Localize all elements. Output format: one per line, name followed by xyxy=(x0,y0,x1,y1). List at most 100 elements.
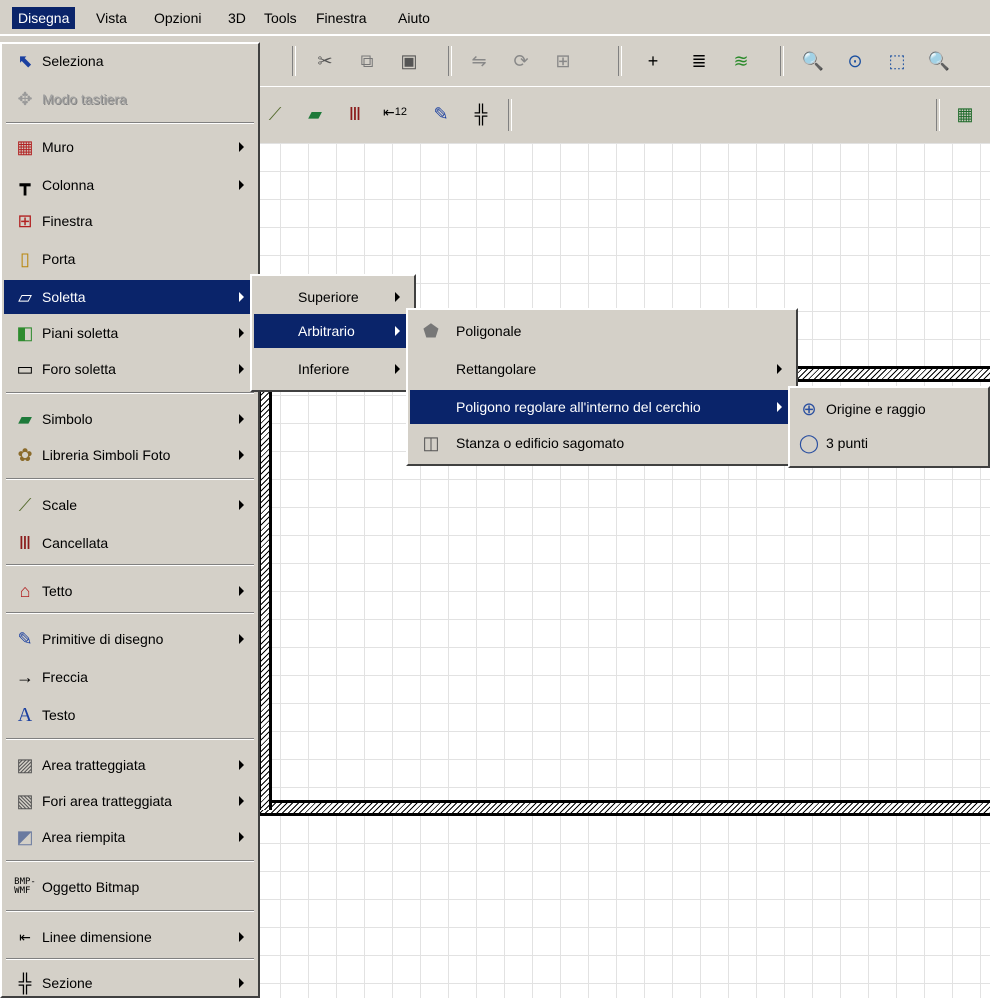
menu-item-muro[interactable]: ▦ Muro xyxy=(4,130,256,164)
menu-disegna[interactable]: Disegna xyxy=(12,7,76,29)
menu-item-piani-soletta[interactable]: ◧ Piani soletta xyxy=(4,316,256,350)
menu-vista[interactable]: Vista xyxy=(90,7,133,29)
menu-item-colonna[interactable]: ┳ Colonna xyxy=(4,168,256,202)
mirror-icon[interactable]: ⇋ xyxy=(466,48,492,74)
cut-icon[interactable]: ✂ xyxy=(312,48,338,74)
wall-left xyxy=(258,366,272,810)
menu-tools[interactable]: Tools xyxy=(258,7,303,29)
room-shape-icon: ◫ xyxy=(422,432,440,453)
menu-opzioni[interactable]: Opzioni xyxy=(148,7,207,29)
align-icon[interactable]: ⊞ xyxy=(550,48,576,74)
menu-item-seleziona[interactable]: ⬉ Seleziona xyxy=(4,44,256,78)
menu-item-area-riempita[interactable]: ◩ Area riempita xyxy=(4,820,256,854)
submenu-arrow-icon xyxy=(777,364,782,374)
submenu-arrow-icon xyxy=(395,364,400,374)
arrow-cursor-icon: ⬉ xyxy=(17,50,33,71)
menu-item-poligonale[interactable]: ⬟ Poligonale xyxy=(410,314,794,348)
zoom-extents-icon[interactable]: ⊙ xyxy=(842,48,868,74)
disegna-menu: ⬉ Seleziona ✥ Modo tastiera ▦ Muro ┳ Col… xyxy=(0,42,260,998)
copy-icon[interactable]: ⧉ xyxy=(354,48,380,74)
menu-item-oggetto-bitmap[interactable]: BMP- WMF Oggetto Bitmap xyxy=(4,870,256,904)
stairs-icon: ⟋ xyxy=(18,494,32,515)
zoom-window-icon[interactable]: ⬚ xyxy=(884,48,910,74)
menu-item-fori-area-tratteggiata[interactable]: ▧ Fori area tratteggiata xyxy=(4,784,256,818)
pencil-icon: ✎ xyxy=(17,628,33,649)
soletta-submenu: Superiore Arbitrario Inferiore xyxy=(250,274,416,392)
menu-item-origine-e-raggio[interactable]: ⊕ Origine e raggio xyxy=(792,392,986,426)
toolbar-separator xyxy=(780,46,784,76)
toolbar-separator xyxy=(508,99,512,131)
menu-separator xyxy=(6,910,254,912)
menu-3d[interactable]: 3D xyxy=(222,7,252,29)
menu-item-inferiore[interactable]: Inferiore xyxy=(254,352,412,386)
section-tool-icon[interactable]: ╬ xyxy=(468,101,494,127)
menu-finestra[interactable]: Finestra xyxy=(310,7,373,29)
submenu-arrow-icon xyxy=(239,180,244,190)
menu-item-stanza-o-edificio[interactable]: ◫ Stanza o edificio sagomato xyxy=(410,426,794,460)
submenu-arrow-icon xyxy=(395,292,400,302)
menu-item-sezione[interactable]: ╬ Sezione xyxy=(4,966,256,1000)
menu-separator xyxy=(6,478,254,480)
menu-item-scale[interactable]: ⟋ Scale xyxy=(4,488,256,522)
menu-item-foro-soletta[interactable]: ▭ Foro soletta xyxy=(4,352,256,386)
menu-separator xyxy=(6,860,254,862)
submenu-arrow-icon xyxy=(239,364,244,374)
submenu-arrow-icon xyxy=(239,832,244,842)
dimension-tool-icon[interactable]: ⇤ 12 xyxy=(382,99,408,125)
menu-item-superiore[interactable]: Superiore xyxy=(254,280,412,314)
menu-item-porta[interactable]: ▯ Porta xyxy=(4,242,256,276)
menu-aiuto[interactable]: Aiuto xyxy=(392,7,436,29)
menu-separator xyxy=(6,958,254,960)
column-icon: ┳ xyxy=(19,174,31,195)
menu-separator xyxy=(6,122,254,124)
menu-item-modo-tastiera: ✥ Modo tastiera xyxy=(4,82,256,116)
submenu-arrow-icon xyxy=(239,500,244,510)
submenu-arrow-icon xyxy=(239,450,244,460)
menu-item-area-tratteggiata[interactable]: ▨ Area tratteggiata xyxy=(4,748,256,782)
submenu-arrow-icon xyxy=(239,634,244,644)
menu-item-simbolo[interactable]: ▰ Simbolo xyxy=(4,402,256,436)
menu-item-cancellata[interactable]: Ⅲ Cancellata xyxy=(4,526,256,560)
window-icon: ⊞ xyxy=(17,210,33,231)
menu-item-tetto[interactable]: ⌂ Tetto xyxy=(4,574,256,608)
slab-floors-icon: ◧ xyxy=(16,322,34,343)
roof-icon: ⌂ xyxy=(19,580,31,601)
section-icon: ╬ xyxy=(18,972,32,993)
hatched-area-icon: ▨ xyxy=(16,754,34,775)
zoom-out-icon[interactable]: 🔍 xyxy=(926,48,952,74)
submenu-arrow-icon xyxy=(239,142,244,152)
stairs-tool-icon[interactable]: ⟋ xyxy=(262,101,288,127)
plus-icon[interactable]: + xyxy=(640,48,666,74)
rotate-icon[interactable]: ⟳ xyxy=(508,48,534,74)
submenu-arrow-icon xyxy=(239,796,244,806)
menu-item-rettangolare[interactable]: Rettangolare xyxy=(410,352,794,386)
submenu-arrow-icon xyxy=(395,326,400,336)
submenu-arrow-icon xyxy=(777,402,782,412)
menu-item-soletta[interactable]: ▱ Soletta xyxy=(4,280,256,314)
menu-item-linee-dimensione[interactable]: ⇤ Linee dimensione xyxy=(4,920,256,954)
menu-item-libreria-simboli-foto[interactable]: ✿ Libreria Simboli Foto xyxy=(4,438,256,472)
menu-item-poligono-regolare[interactable]: Poligono regolare all'interno del cerchi… xyxy=(410,390,794,424)
hatched-hole-icon: ▧ xyxy=(16,790,34,811)
zoom-redraw-icon[interactable]: 🔍 xyxy=(800,48,826,74)
menu-item-finestra[interactable]: ⊞ Finestra xyxy=(4,204,256,238)
slab-hole-icon: ▭ xyxy=(16,358,34,379)
menu-item-primitive-di-disegno[interactable]: ✎ Primitive di disegno xyxy=(4,622,256,656)
plant-photo-icon: ✿ xyxy=(17,444,33,465)
dimension-lines-icon: ⇤ xyxy=(19,928,31,945)
menu-item-arbitrario[interactable]: Arbitrario xyxy=(254,314,412,348)
photo-icon[interactable]: ▦ xyxy=(952,101,978,127)
menu-item-freccia[interactable]: → Freccia xyxy=(4,660,256,694)
submenu-arrow-icon xyxy=(239,932,244,942)
railing-tool-icon[interactable]: Ⅲ xyxy=(342,101,368,127)
menu-item-testo[interactable]: A Testo xyxy=(4,698,256,732)
symbol-tool-icon[interactable]: ▰ xyxy=(302,101,328,127)
toolbar-separator xyxy=(292,46,296,76)
pencil-tool-icon[interactable]: ✎ xyxy=(428,101,454,127)
layers-color-icon[interactable]: ≋ xyxy=(728,48,754,74)
symbol-icon: ▰ xyxy=(18,408,32,429)
paste-icon[interactable]: ▣ xyxy=(396,48,422,74)
submenu-arrow-icon xyxy=(239,586,244,596)
menu-item-3-punti[interactable]: ◯ 3 punti xyxy=(792,426,986,460)
layers-icon[interactable]: ≣ xyxy=(686,48,712,74)
